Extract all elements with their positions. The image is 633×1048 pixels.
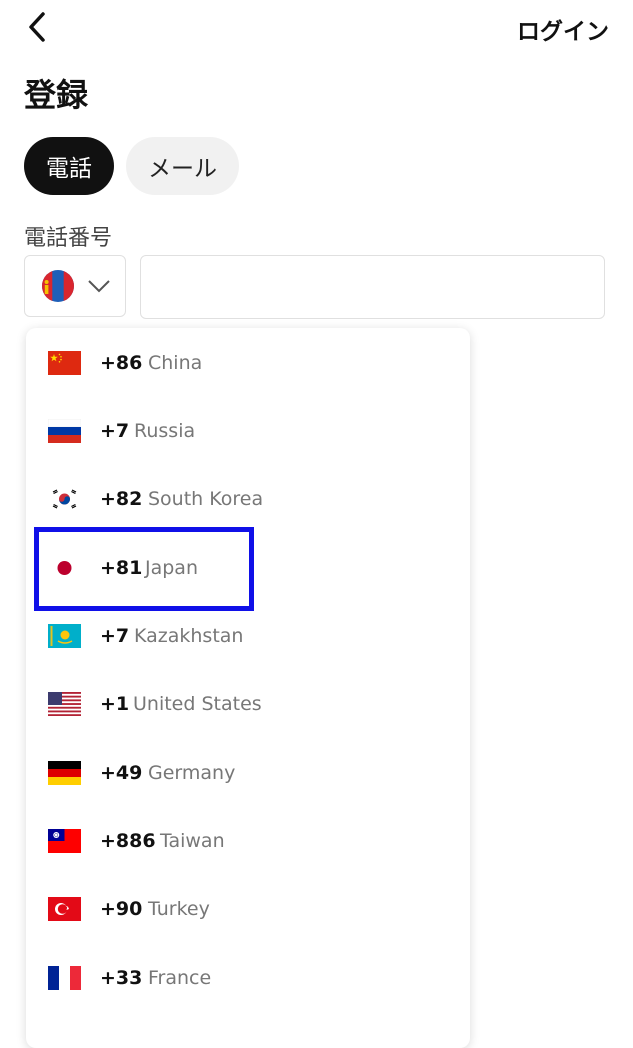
tab-phone[interactable]: 電話 xyxy=(24,137,114,195)
country-option-france[interactable]: +33 France xyxy=(26,950,470,1006)
tab-email[interactable]: メール xyxy=(126,137,239,195)
country-option-china[interactable]: +86 China xyxy=(26,335,470,391)
country-option-taiwan[interactable]: +886 Taiwan xyxy=(26,813,470,869)
france-flag-icon xyxy=(48,966,81,990)
country-option-turkey[interactable]: +90 Turkey xyxy=(26,881,470,937)
united-states-flag-icon xyxy=(48,692,81,716)
country-name: France xyxy=(148,967,212,989)
country-option-kazakhstan[interactable]: +7 Kazakhstan xyxy=(26,608,470,664)
mongolia-flag-icon xyxy=(42,270,74,302)
country-name: Turkey xyxy=(148,898,210,920)
chevron-left-icon xyxy=(29,12,45,42)
country-code: +86 xyxy=(100,352,143,374)
country-code: +1 xyxy=(100,693,130,715)
russia-flag-icon xyxy=(48,419,81,443)
country-code: +7 xyxy=(100,420,130,442)
phone-number-input[interactable] xyxy=(140,255,605,319)
country-option-japan[interactable]: +81 Japan xyxy=(26,540,470,596)
signup-method-tabs: 電話 メール xyxy=(24,137,239,195)
country-code: +7 xyxy=(100,625,130,647)
south-korea-flag-icon xyxy=(48,487,81,511)
chevron-down-icon xyxy=(88,280,110,293)
country-name: United States xyxy=(133,693,262,715)
germany-flag-icon xyxy=(48,761,81,785)
country-name: Japan xyxy=(145,557,198,579)
turkey-flag-icon xyxy=(48,897,81,921)
country-name: Kazakhstan xyxy=(134,625,244,647)
country-code-dropdown: +86 China +7 Russia +82 South Korea +81 … xyxy=(26,328,470,1048)
china-flag-icon xyxy=(48,351,81,375)
login-link[interactable]: ログイン xyxy=(517,12,609,46)
japan-flag-icon xyxy=(48,556,81,580)
country-code-select[interactable] xyxy=(24,255,126,317)
country-name: China xyxy=(148,352,203,374)
country-name: Taiwan xyxy=(160,830,225,852)
country-code: +886 xyxy=(100,830,156,852)
page-title: 登録 xyxy=(24,76,89,114)
country-option-south-korea[interactable]: +82 South Korea xyxy=(26,471,470,527)
country-code: +81 xyxy=(100,557,143,579)
country-name: South Korea xyxy=(148,488,264,510)
kazakhstan-flag-icon xyxy=(48,624,81,648)
country-code: +90 xyxy=(100,898,143,920)
phone-number-label: 電話番号 xyxy=(24,226,113,251)
back-button[interactable] xyxy=(22,10,52,44)
country-code: +49 xyxy=(100,762,143,784)
country-option-russia[interactable]: +7 Russia xyxy=(26,403,470,459)
country-option-germany[interactable]: +49 Germany xyxy=(26,745,470,801)
country-code: +82 xyxy=(100,488,143,510)
country-name: Germany xyxy=(148,762,236,784)
country-option-united-states[interactable]: +1 United States xyxy=(26,676,470,732)
country-code: +33 xyxy=(100,967,143,989)
taiwan-flag-icon xyxy=(48,829,81,853)
country-name: Russia xyxy=(134,420,196,442)
